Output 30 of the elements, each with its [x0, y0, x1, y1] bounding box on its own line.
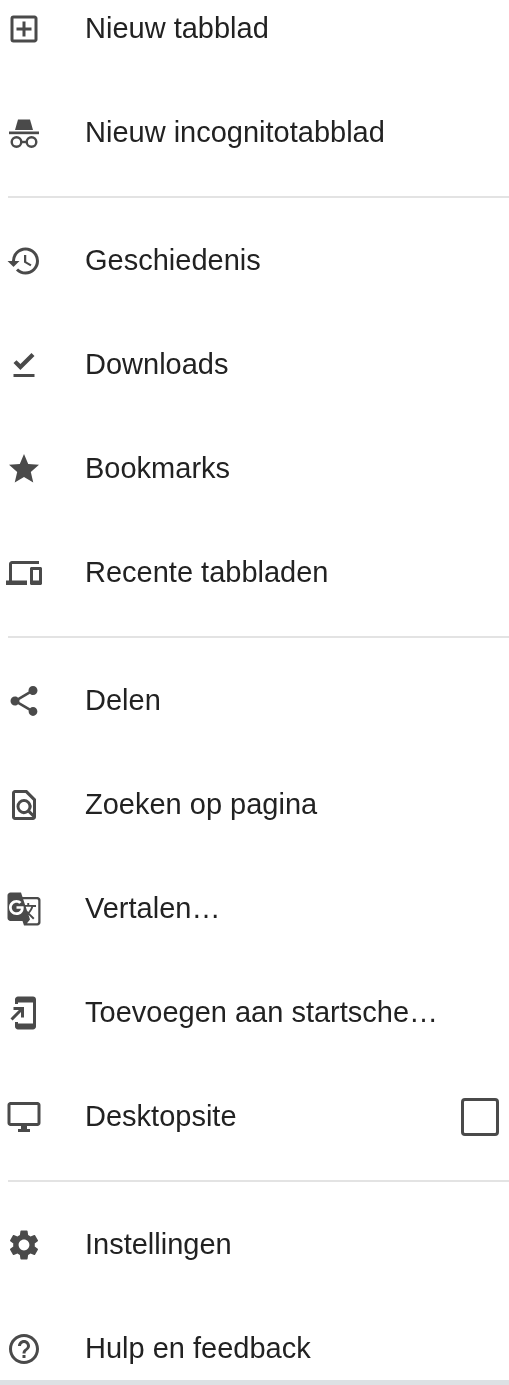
menu-label: Delen	[85, 683, 161, 719]
menu-label: Nieuw incognitotabblad	[85, 115, 385, 151]
menu-item[interactable]: Toevoegen aan startsche…	[0, 961, 509, 1065]
menu-label: Nieuw tabblad	[85, 11, 269, 47]
checkbox[interactable]	[461, 1098, 499, 1136]
menu-label: Recente tabbladen	[85, 555, 329, 591]
menu-item[interactable]: Delen	[0, 649, 509, 753]
menu-item[interactable]: Bookmarks	[0, 417, 509, 521]
menu-label: Vertalen…	[85, 891, 221, 927]
menu-label: Desktopsite	[85, 1099, 237, 1135]
menu-item[interactable]: Downloads	[0, 313, 509, 417]
menu-label: Bookmarks	[85, 451, 231, 487]
desktop-icon	[6, 1099, 42, 1135]
menu-item[interactable]: Geschiedenis	[0, 209, 509, 313]
menu-item[interactable]: Vertalen…	[0, 857, 509, 961]
translate-icon	[6, 891, 42, 927]
menu-item[interactable]: Hulp en feedback	[0, 1297, 509, 1385]
menu-label: Hulp en feedback	[85, 1331, 311, 1367]
menu-item[interactable]: Desktopsite	[0, 1065, 509, 1169]
menu-item[interactable]: Nieuw incognitotabblad	[0, 81, 509, 185]
menu-item[interactable]: Nieuw tabblad	[0, 0, 509, 81]
help-icon	[6, 1331, 42, 1367]
menu-label: Downloads	[85, 347, 229, 383]
menu-label: Toevoegen aan startsche…	[85, 995, 439, 1031]
menu-item[interactable]: Zoeken op pagina	[0, 753, 509, 857]
menu-label: Geschiedenis	[85, 243, 261, 279]
menu-item[interactable]: Recente tabbladen	[0, 521, 509, 625]
menu-item[interactable]: Instellingen	[0, 1193, 509, 1297]
menu-label: Zoeken op pagina	[85, 787, 318, 823]
menu-label: Instellingen	[85, 1227, 232, 1263]
